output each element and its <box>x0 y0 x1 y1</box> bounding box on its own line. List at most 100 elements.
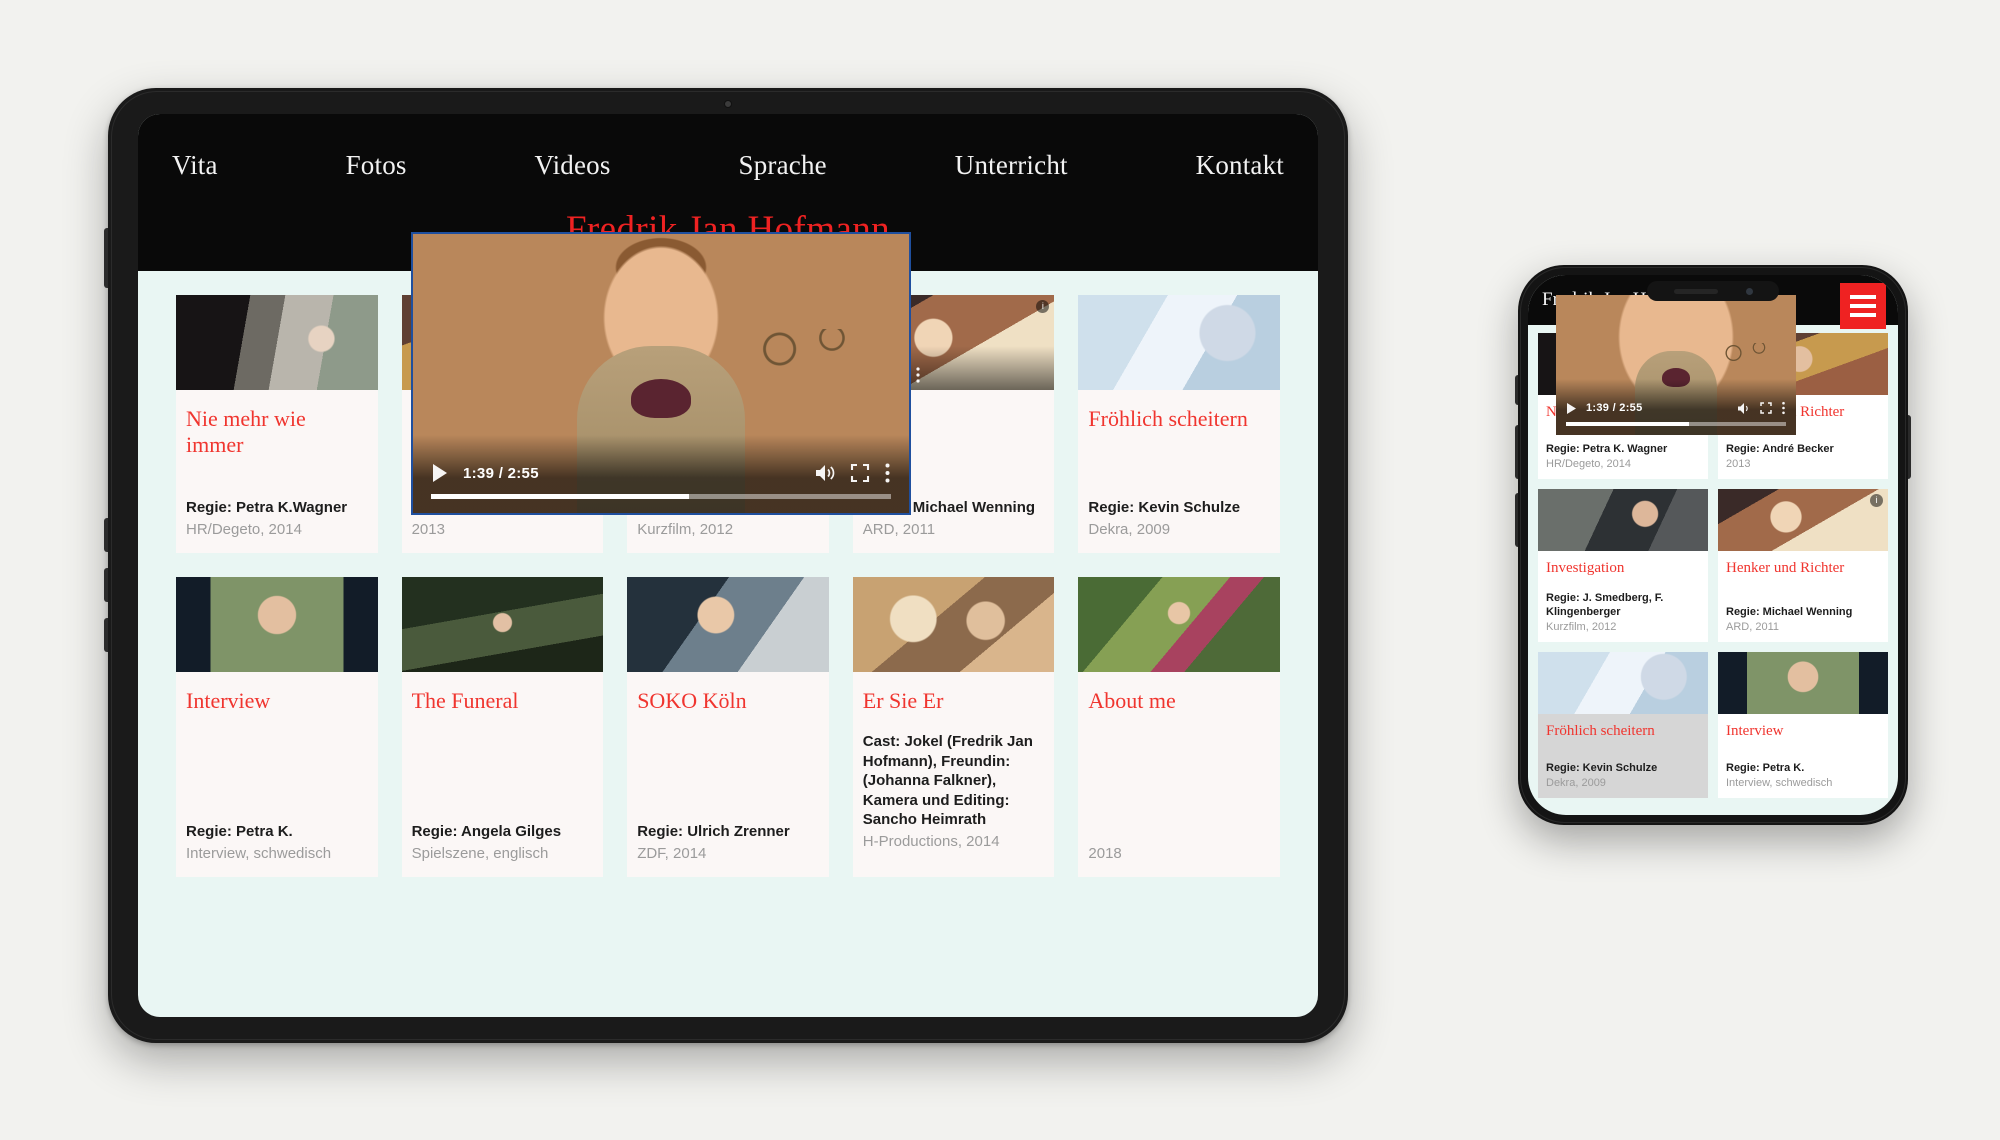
card-spacer <box>186 469 368 498</box>
card-credit: Regie: Kevin Schulze <box>1546 762 1658 775</box>
fullscreen-icon[interactable] <box>1760 402 1772 414</box>
video-card[interactable]: SOKO Köln Regie: Ulrich Zrenner ZDF, 201… <box>627 577 829 877</box>
tablet-mute-button[interactable] <box>104 618 108 652</box>
card-thumbnail[interactable]: i <box>1718 489 1888 551</box>
card-spacer <box>186 724 368 822</box>
phone-device: Fredrik Jan Hofmann Nie mehr wie immer R… <box>1515 265 1911 825</box>
video-card[interactable]: Investigation Regie: J. Smedberg, F. Kli… <box>1538 489 1708 642</box>
video-card[interactable]: About me 2018 <box>1078 577 1280 877</box>
card-body: Henker und Richter Regie: Michael Wennin… <box>1718 551 1888 642</box>
card-meta: Spielszene, englisch <box>411 844 549 862</box>
nav-item-sprache[interactable]: Sprache <box>739 150 827 181</box>
video-card[interactable]: Interview Regie: Petra K. Interview, sch… <box>176 577 378 877</box>
video-card[interactable]: Nie mehr wie immer Regie: Petra K.Wagner… <box>176 295 378 553</box>
phone-mute-switch[interactable] <box>1515 375 1518 405</box>
card-meta: ARD, 2011 <box>1726 620 1779 633</box>
play-icon[interactable] <box>1566 402 1577 415</box>
phone-screen: Fredrik Jan Hofmann Nie mehr wie immer R… <box>1528 275 1898 815</box>
card-title: SOKO Köln <box>637 688 747 713</box>
video-controls-row: 1:39 / 2:55 <box>1566 401 1786 415</box>
card-thumbnail[interactable] <box>1718 651 1888 714</box>
card-credit: Regie: Petra K. <box>186 823 293 840</box>
card-title: The Funeral <box>411 688 519 713</box>
card-credit: Regie: Angela Gilges <box>411 823 562 840</box>
card-thumbnail[interactable] <box>176 295 378 390</box>
card-thumbnail[interactable] <box>1078 577 1280 672</box>
front-camera-icon <box>1745 287 1753 295</box>
menu-bar <box>1850 304 1876 308</box>
card-thumbnail[interactable] <box>401 577 604 672</box>
tablet-volume-up-button[interactable] <box>104 518 108 552</box>
keys-decoration-icon <box>760 328 870 380</box>
phone-volume-up-button[interactable] <box>1515 425 1518 479</box>
video-controls[interactable]: 1:39 / 2:55 <box>1556 379 1796 435</box>
card-credit: Regie: André Becker <box>1726 443 1834 456</box>
info-badge-icon: i <box>1036 300 1050 313</box>
card-credit: Regie: Petra K.Wagner <box>186 499 348 516</box>
nav-item-unterricht[interactable]: Unterricht <box>955 150 1068 181</box>
card-meta: HR/Degeto, 2014 <box>186 520 302 538</box>
card-thumbnail[interactable] <box>1078 295 1280 390</box>
video-card[interactable]: i Henker und Richter Regie: Michael Wenn… <box>1718 489 1888 642</box>
volume-icon[interactable] <box>1737 402 1751 415</box>
video-progress-bar[interactable] <box>431 494 891 499</box>
card-thumbnail[interactable] <box>627 577 829 672</box>
video-time-label: 1:39 / 2:55 <box>1586 402 1643 414</box>
tablet-volume-down-button[interactable] <box>104 568 108 602</box>
more-options-icon[interactable] <box>884 462 891 484</box>
video-player[interactable]: 1:39 / 2:55 <box>1556 295 1796 435</box>
nav-item-fotos[interactable]: Fotos <box>346 150 407 181</box>
card-meta: Interview, schwedisch <box>1726 776 1833 789</box>
card-spacer <box>412 724 594 822</box>
menu-bar <box>1850 313 1876 317</box>
card-body: Investigation Regie: J. Smedberg, F. Kli… <box>1538 551 1708 642</box>
video-player[interactable]: 1:39 / 2:55 <box>411 232 911 515</box>
card-meta: 2013 <box>411 520 445 538</box>
nav-item-kontakt[interactable]: Kontakt <box>1196 150 1284 181</box>
card-body: Interview Regie: Petra K. Interview, sch… <box>176 672 378 877</box>
more-options-icon[interactable] <box>915 366 921 384</box>
card-spacer <box>1726 577 1880 605</box>
more-options-icon[interactable] <box>1781 401 1786 415</box>
card-thumbnail[interactable] <box>852 577 1055 672</box>
fullscreen-icon[interactable] <box>850 463 870 483</box>
video-card[interactable]: The Funeral Regie: Angela Gilges Spielsz… <box>401 577 604 877</box>
card-spacer <box>637 724 819 822</box>
card-meta: ARD, 2011 <box>862 520 936 538</box>
video-progress-bar[interactable] <box>1566 422 1786 426</box>
nav-item-videos[interactable]: Videos <box>535 150 611 181</box>
nav-item-vita[interactable]: Vita <box>172 150 218 181</box>
card-meta: ZDF, 2014 <box>637 844 707 862</box>
video-card[interactable]: Fröhlich scheitern Regie: Kevin Schulze … <box>1538 651 1708 798</box>
phone-volume-down-button[interactable] <box>1515 493 1518 547</box>
speaker-grille-icon <box>1673 288 1718 294</box>
card-credit: Regie: Michael Wenning <box>1726 606 1853 619</box>
video-card[interactable]: Fröhlich scheitern Regie: Kevin Schulze … <box>1078 295 1280 553</box>
card-meta: Dekra, 2009 <box>1546 776 1606 789</box>
hamburger-menu-icon[interactable] <box>1840 283 1886 329</box>
info-badge-icon: i <box>1870 494 1883 507</box>
card-title: Henker und Richter <box>1726 560 1845 576</box>
card-body: Fröhlich scheitern Regie: Kevin Schulze … <box>1078 390 1280 553</box>
phone-power-button[interactable] <box>1908 415 1911 479</box>
tablet-device: Vita Fotos Videos Sprache Unterricht Kon… <box>104 88 1348 1043</box>
card-thumbnail[interactable] <box>1538 489 1708 551</box>
volume-icon[interactable] <box>814 463 836 483</box>
card-body: The Funeral Regie: Angela Gilges Spielsz… <box>402 672 604 877</box>
tablet-power-button[interactable] <box>104 228 108 288</box>
tablet-screen: Vita Fotos Videos Sprache Unterricht Kon… <box>138 114 1318 1017</box>
card-body: Er Sie Er Cast: Jokel (Fredrik Jan Hofma… <box>853 672 1055 877</box>
video-controls[interactable]: 1:39 / 2:55 <box>413 435 909 513</box>
video-card[interactable]: Interview Regie: Petra K. Interview, sch… <box>1718 651 1888 798</box>
card-title: Interview <box>186 688 271 713</box>
card-thumbnail[interactable] <box>176 577 378 672</box>
play-icon[interactable] <box>431 463 449 483</box>
card-thumbnail[interactable] <box>1538 651 1708 714</box>
video-time-label: 1:39 / 2:55 <box>463 464 539 482</box>
video-card[interactable]: Er Sie Er Cast: Jokel (Fredrik Jan Hofma… <box>852 577 1055 877</box>
phone-notch <box>1647 281 1779 301</box>
card-title: Nie mehr wie immer <box>186 406 306 458</box>
card-credit: Regie: Kevin Schulze <box>1088 499 1241 516</box>
card-body: Fröhlich scheitern Regie: Kevin Schulze … <box>1538 714 1708 798</box>
card-meta: HR/Degeto, 2014 <box>1546 457 1631 470</box>
